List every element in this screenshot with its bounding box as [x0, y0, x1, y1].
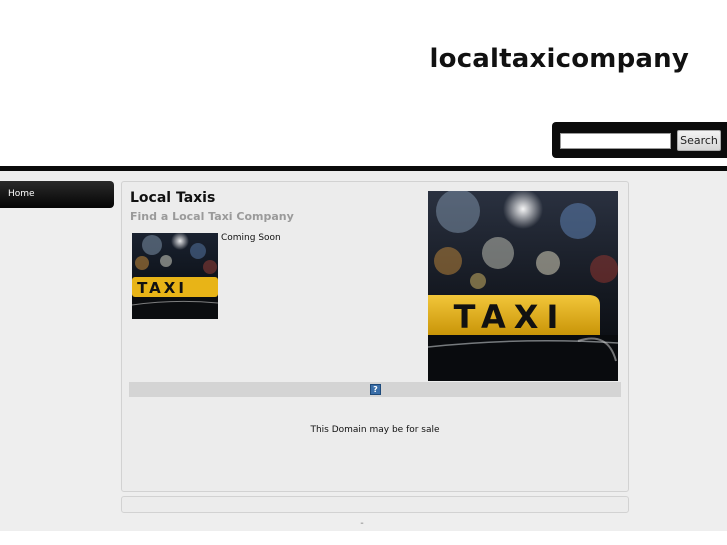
domain-sale-notice: This Domain may be for sale: [310, 425, 440, 435]
search-button[interactable]: Search: [677, 130, 721, 151]
footer-mark: ¨: [360, 522, 364, 531]
main-content-panel: Local Taxis Find a Local Taxi Company TA…: [121, 181, 629, 492]
post-title[interactable]: Local Taxis: [130, 190, 215, 206]
taxi-thumbnail-image: TAXI: [132, 233, 218, 319]
info-badge-icon[interactable]: ?: [370, 384, 381, 395]
post-subtitle: Find a Local Taxi Company: [130, 210, 294, 223]
nav-item-home[interactable]: Home: [0, 181, 114, 208]
taxi-hero-image: TAXI: [428, 191, 618, 381]
coming-soon-text: Coming Soon: [221, 233, 281, 243]
thumb-sign-text: TAXI: [137, 279, 187, 297]
footer-bar: [121, 496, 629, 513]
search-box: Search: [552, 122, 727, 158]
search-input[interactable]: [560, 133, 671, 149]
ad-bar[interactable]: ?: [129, 382, 621, 397]
site-title[interactable]: localtaxicompany: [430, 44, 689, 74]
hero-sign-text: TAXI: [454, 298, 567, 336]
